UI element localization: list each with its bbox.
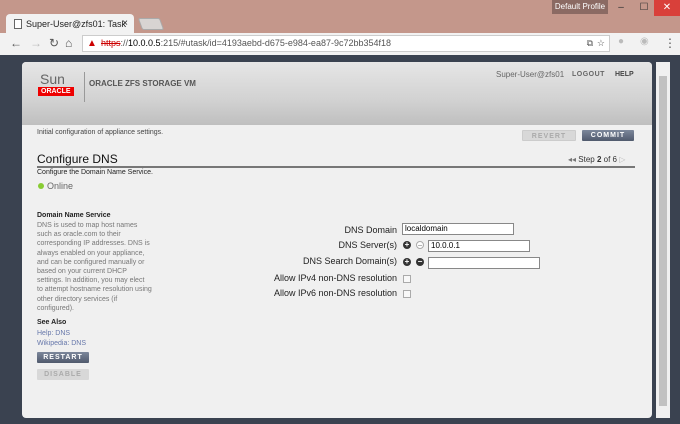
dns-search-label: DNS Search Domain(s) (302, 256, 397, 266)
remove-search-domain-icon[interactable]: − (416, 258, 424, 266)
add-server-icon[interactable]: + (403, 241, 411, 249)
dns-domain-label: DNS Domain (344, 225, 397, 235)
current-user: Super-User@zfs01 (496, 70, 565, 79)
tab-title: Super-User@zfs01: Task (26, 19, 127, 29)
page-title: Configure DNS (37, 152, 118, 166)
reload-icon[interactable]: ↻ (49, 36, 59, 50)
profile-badge[interactable]: Default Profile (552, 0, 608, 14)
dns-servers-label: DNS Server(s) (338, 240, 397, 250)
ipv6-checkbox[interactable] (403, 290, 411, 298)
commit-button[interactable]: COMMIT (582, 130, 634, 141)
page-icon (14, 19, 22, 29)
url-path: :215/#utask/id=4193aebd-d675-e984-ea87-9… (160, 38, 392, 48)
prev-step-icon[interactable]: ◂◂ (568, 155, 578, 164)
step-suffix: of 6 (603, 155, 617, 164)
status: Online (38, 181, 73, 191)
sun-logo: Sun (40, 71, 65, 87)
address-bar[interactable]: ▲ https://10.0.0.5:215/#utask/id=4193aebd… (82, 35, 610, 52)
status-label: Online (47, 181, 74, 191)
back-icon[interactable]: ← (10, 36, 22, 50)
close-window-button[interactable]: ✕ (654, 0, 680, 16)
see-also-heading: See Also (37, 319, 67, 326)
step-indicator: ◂◂ Step 2 of 6 ▷ (568, 155, 625, 164)
restart-button[interactable]: RESTART (37, 352, 89, 363)
dns-server-input[interactable]: 10.0.0.1 (428, 240, 530, 252)
title-rule (37, 166, 635, 168)
browser-tab[interactable]: Super-User@zfs01: Task × (6, 14, 134, 34)
warning-icon: ▲ (87, 38, 97, 49)
step-number: 2 (596, 155, 602, 164)
divider (84, 72, 85, 102)
remove-server-icon[interactable]: − (416, 241, 424, 250)
revert-button[interactable]: REVERT (522, 130, 576, 141)
sidebar-description: DNS is used to map host names such as or… (37, 222, 152, 312)
logout-link[interactable]: LOGOUT (572, 71, 605, 78)
oracle-logo: ORACLE (38, 87, 74, 96)
dns-domain-input[interactable]: localdomain (402, 223, 514, 235)
close-tab-icon[interactable]: × (122, 14, 128, 34)
ipv4-label: Allow IPv4 non-DNS resolution (273, 273, 397, 283)
url-host: 10.0.0.5 (128, 38, 161, 48)
forward-icon[interactable]: → (30, 36, 42, 50)
step-prefix: Step (578, 155, 595, 164)
home-icon[interactable]: ⌂ (65, 36, 72, 50)
product-name: ORACLE ZFS STORAGE VM (89, 79, 196, 88)
ipv4-checkbox[interactable] (403, 275, 411, 283)
wikipedia-dns-link[interactable]: Wikipedia: DNS (37, 340, 86, 347)
ipv6-label: Allow IPv6 non-DNS resolution (273, 288, 397, 298)
help-link[interactable]: HELP (615, 71, 634, 78)
app-panel: Sun ORACLE ORACLE ZFS STORAGE VM Super-U… (22, 62, 652, 418)
next-step-icon[interactable]: ▷ (617, 155, 625, 164)
add-search-domain-icon[interactable]: + (403, 258, 411, 266)
status-dot-icon (38, 183, 44, 189)
new-tab-button[interactable] (137, 18, 165, 30)
sidebar-heading: Domain Name Service (37, 212, 111, 219)
intro-text: Initial configuration of appliance setti… (37, 129, 164, 136)
bookmark-star-icon[interactable]: ☆ (597, 36, 605, 51)
url-scheme: https (101, 38, 121, 48)
disable-button[interactable]: DISABLE (37, 369, 89, 380)
menu-icon[interactable]: ⋮ (664, 36, 676, 50)
dns-search-input[interactable] (428, 257, 540, 269)
scrollbar-thumb[interactable] (659, 76, 667, 406)
extension-icon-2[interactable]: ◉ (640, 36, 649, 47)
extension-icon[interactable]: ● (618, 36, 624, 47)
page-description: Configure the Domain Name Service. (37, 169, 153, 176)
help-dns-link[interactable]: Help: DNS (37, 330, 70, 337)
translate-icon[interactable]: ⧉ (587, 36, 593, 51)
